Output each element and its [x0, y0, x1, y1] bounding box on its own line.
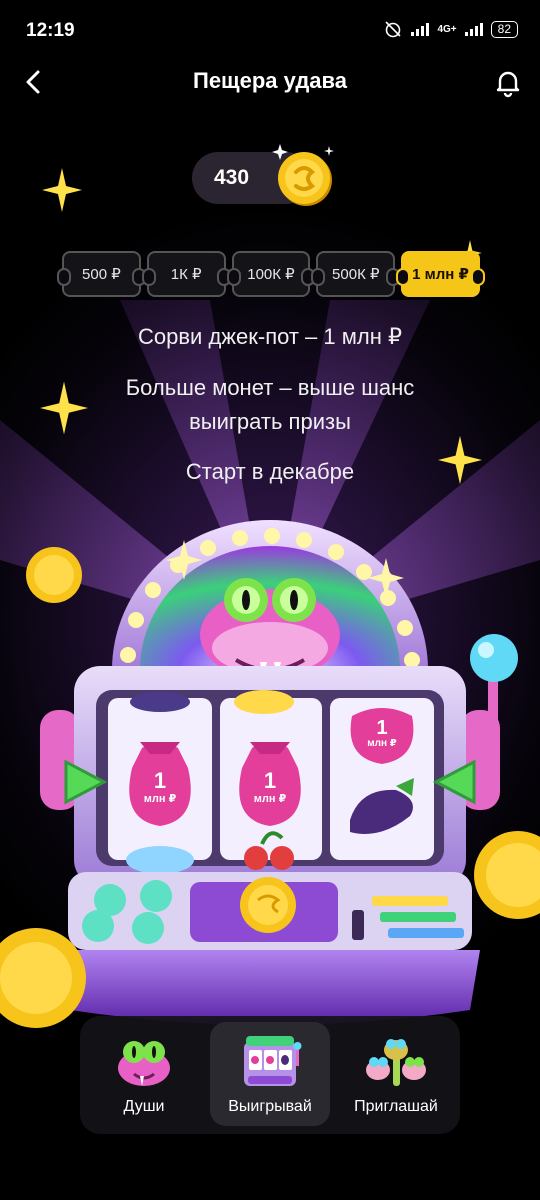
ticket-1k[interactable]: 1К ₽: [141, 251, 231, 297]
signal-icon-2: [464, 22, 483, 36]
sparkle-icon: [42, 168, 82, 212]
snake-friends-icon: [366, 1039, 426, 1086]
reel-badge-middle: 1 млн ₽: [244, 768, 296, 806]
ticket-500k[interactable]: 500К ₽: [311, 251, 400, 297]
reel-badge-value: 1: [263, 768, 277, 793]
nav-item-label: Приглашай: [354, 1098, 438, 1115]
bell-icon: [496, 71, 520, 98]
nav-item-label: Души: [123, 1098, 165, 1115]
coin-balance-value: 430: [214, 166, 250, 189]
start-date-text: Старт в декабре: [185, 459, 355, 484]
ticket-label: 100К ₽: [247, 266, 295, 283]
bottom-nav: Души Выигрывай Приглашай: [80, 1016, 460, 1134]
nav-item-label: Выигрывай: [228, 1098, 312, 1115]
jackpot-text: Сорви джек-пот – 1 млн ₽: [138, 324, 402, 349]
reel-badge-unit: млн ₽: [253, 793, 287, 805]
notifications-button[interactable]: [492, 66, 524, 98]
nav-item-invite[interactable]: Приглашай: [336, 1022, 456, 1126]
reel-badge-right: 1 млн ₽: [356, 718, 408, 749]
ticket-label: 500 ₽: [82, 266, 121, 283]
status-icons: 4G+ 82: [383, 20, 518, 38]
more-coins-line1: Больше монет – выше шанс: [125, 375, 415, 400]
ticket-label: 1 млн ₽: [412, 266, 469, 283]
status-bar: 12:19 4G+ 82: [0, 0, 540, 60]
reel-badge-unit: млн ₽: [367, 738, 397, 749]
battery-indicator: 82: [490, 20, 518, 38]
alarm-off-icon: [385, 21, 402, 38]
nav-item-souls[interactable]: Души: [84, 1022, 204, 1126]
ticket-500[interactable]: 500 ₽: [57, 251, 146, 297]
snake-icon: [118, 1041, 170, 1086]
nav-item-win[interactable]: Выигрывай: [210, 1022, 330, 1126]
reel-badge-value: 1: [153, 768, 167, 793]
ticket-label: 500К ₽: [332, 266, 380, 283]
ticket-label: 1К ₽: [170, 266, 202, 283]
reel-badge-unit: млн ₽: [143, 793, 177, 805]
coin-icon: [272, 144, 334, 206]
more-coins-line2: выиграть призы: [189, 409, 351, 434]
ticket-100k[interactable]: 100К ₽: [226, 251, 316, 297]
reel-badge-value: 1: [376, 717, 388, 739]
header: Пещера удава: [0, 60, 540, 106]
signal-icon: [411, 22, 430, 36]
prize-tickets: 500 ₽ 1К ₽ 100К ₽ 500К ₽ 1 млн ₽: [57, 251, 485, 297]
page-title: Пещера удава: [193, 68, 347, 93]
network-type: 4G+: [437, 23, 457, 35]
status-time: 12:19: [26, 20, 75, 41]
ticket-1mln[interactable]: 1 млн ₽: [396, 251, 485, 297]
slot-machine-icon: [244, 1036, 302, 1086]
app-screen: 12:19 4G+ 82 Пещера удава 430 500 ₽ 1К ₽…: [0, 0, 540, 1200]
reel-badge-left: 1 млн ₽: [134, 768, 186, 806]
